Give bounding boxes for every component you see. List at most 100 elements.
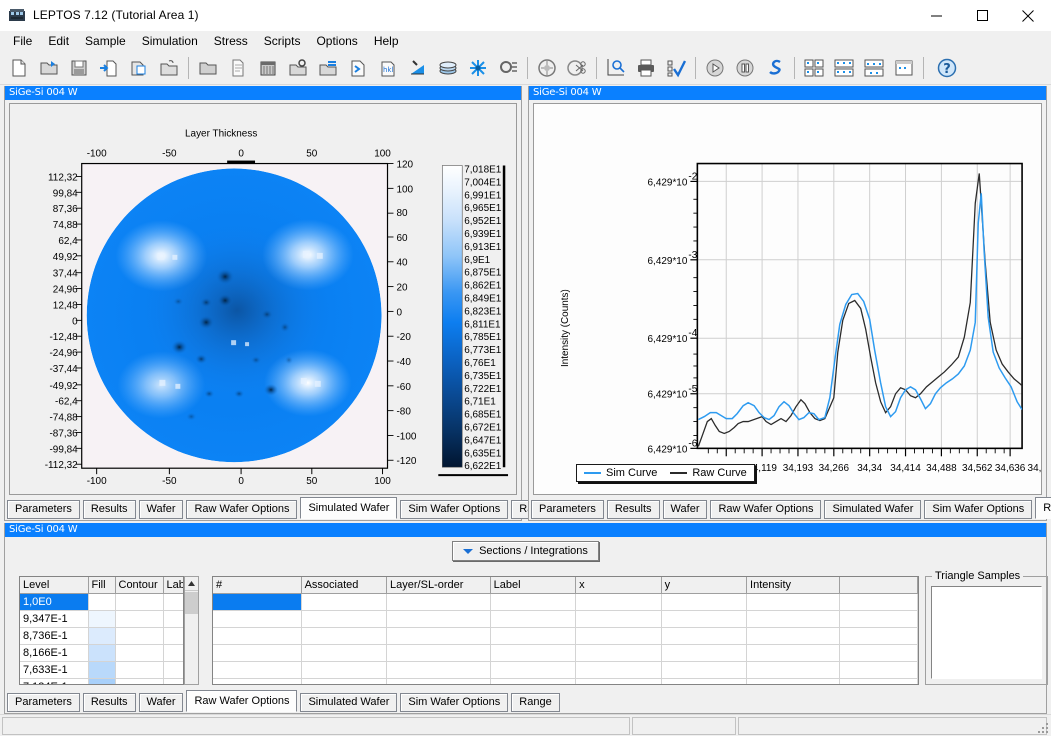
grid-6b-icon[interactable] <box>859 53 889 83</box>
cell-number[interactable] <box>213 627 301 644</box>
cell-y[interactable] <box>661 610 746 627</box>
tab-range[interactable]: Range <box>1035 497 1051 519</box>
menu-sample[interactable]: Sample <box>77 32 134 50</box>
cell-label[interactable] <box>163 661 184 678</box>
open-folder-icon[interactable] <box>34 53 64 83</box>
tab-simulated-wafer[interactable]: Simulated Wafer <box>300 497 397 519</box>
folder-settings-icon[interactable] <box>283 53 313 83</box>
cell-intensity[interactable] <box>747 644 840 661</box>
help-icon[interactable]: ? <box>932 53 962 83</box>
table-row[interactable] <box>213 644 918 661</box>
minimize-icon[interactable] <box>913 0 959 31</box>
cell-contour[interactable] <box>115 593 163 610</box>
cell-associated[interactable] <box>301 661 386 678</box>
wafer-cut-icon[interactable] <box>562 53 592 83</box>
menu-file[interactable]: File <box>5 32 40 50</box>
menu-scripts[interactable]: Scripts <box>256 32 309 50</box>
tab-wafer[interactable]: Wafer <box>139 500 184 519</box>
cell-label[interactable] <box>490 661 575 678</box>
col-label[interactable]: Label <box>490 577 575 593</box>
cell-layer[interactable] <box>387 678 491 685</box>
xrd-curve-chart[interactable]: Intensity (Counts) <box>534 104 1041 494</box>
table-row[interactable]: 7,134E-1 <box>20 678 184 685</box>
cell-x[interactable] <box>576 610 661 627</box>
table-row[interactable]: 1,0E0 <box>20 593 184 610</box>
col-contour[interactable]: Contour <box>115 577 163 593</box>
levels-table-scrollbar[interactable] <box>184 576 199 685</box>
cell-fill[interactable] <box>88 644 115 661</box>
table-row[interactable]: 8,736E-1 <box>20 627 184 644</box>
cell-contour[interactable] <box>115 644 163 661</box>
tab-range[interactable]: Range <box>511 693 559 712</box>
col-number[interactable]: # <box>213 577 301 593</box>
import-document-icon[interactable] <box>94 53 124 83</box>
cell-extra[interactable] <box>840 661 918 678</box>
col-y[interactable]: y <box>661 577 746 593</box>
folder-icon[interactable] <box>193 53 223 83</box>
table-row[interactable] <box>213 593 918 610</box>
cell-contour[interactable] <box>115 627 163 644</box>
simulate-icon[interactable] <box>760 53 790 83</box>
database-icon[interactable] <box>253 53 283 83</box>
col-layer-sl-order[interactable]: Layer/SL-order <box>387 577 491 593</box>
cell-fill[interactable] <box>88 678 115 685</box>
cell-level[interactable]: 7,134E-1 <box>20 678 88 685</box>
tab-sim-wafer-options[interactable]: Sim Wafer Options <box>924 500 1032 519</box>
script-document-icon[interactable] <box>343 53 373 83</box>
cell-label[interactable] <box>490 627 575 644</box>
levels-table[interactable]: Level Fill Contour Label 1,0E0 <box>20 577 184 685</box>
cell-associated[interactable] <box>301 644 386 661</box>
menu-help[interactable]: Help <box>366 32 407 50</box>
star-burst-icon[interactable] <box>463 53 493 83</box>
menu-simulation[interactable]: Simulation <box>134 32 206 50</box>
cell-extra[interactable] <box>840 644 918 661</box>
play-icon[interactable] <box>700 53 730 83</box>
cell-fill[interactable] <box>88 627 115 644</box>
cell-intensity[interactable] <box>747 610 840 627</box>
col-label[interactable]: Label <box>163 577 184 593</box>
cell-level[interactable]: 8,166E-1 <box>20 644 88 661</box>
cell-associated[interactable] <box>301 610 386 627</box>
cell-x[interactable] <box>576 627 661 644</box>
tab-sim-wafer-options[interactable]: Sim Wafer Options <box>400 500 508 519</box>
gear-list-icon[interactable] <box>493 53 523 83</box>
table-row[interactable] <box>213 610 918 627</box>
cell-associated[interactable] <box>301 678 386 685</box>
axis-zoom-icon[interactable] <box>601 53 631 83</box>
close-icon[interactable] <box>1005 0 1051 31</box>
cell-number[interactable] <box>213 610 301 627</box>
cell-x[interactable] <box>576 644 661 661</box>
cell-fill[interactable] <box>88 610 115 627</box>
cell-layer[interactable] <box>387 644 491 661</box>
open-special-folder-icon[interactable] <box>154 53 184 83</box>
cell-contour[interactable] <box>115 661 163 678</box>
tab-results[interactable]: Results <box>83 500 136 519</box>
tab-simulated-wafer[interactable]: Simulated Wafer <box>300 693 397 712</box>
cell-label[interactable] <box>490 644 575 661</box>
cell-y[interactable] <box>661 678 746 685</box>
cell-label[interactable] <box>163 678 184 685</box>
maximize-icon[interactable] <box>959 0 1005 31</box>
layers-stack-icon[interactable] <box>433 53 463 83</box>
gradient-tool-icon[interactable] <box>403 53 433 83</box>
checklist-icon[interactable] <box>661 53 691 83</box>
cell-level[interactable]: 9,347E-1 <box>20 610 88 627</box>
cell-number[interactable] <box>213 593 301 610</box>
cell-number[interactable] <box>213 678 301 685</box>
sections-integrations-button[interactable]: Sections / Integrations <box>452 541 599 561</box>
col-x[interactable]: x <box>576 577 661 593</box>
col-blank[interactable] <box>840 577 918 593</box>
cell-layer[interactable] <box>387 661 491 678</box>
table-row[interactable]: 8,166E-1 <box>20 644 184 661</box>
cell-label[interactable] <box>490 610 575 627</box>
cell-y[interactable] <box>661 661 746 678</box>
cell-label[interactable] <box>163 610 184 627</box>
cell-label[interactable] <box>490 593 575 610</box>
menu-edit[interactable]: Edit <box>40 32 77 50</box>
cell-extra[interactable] <box>840 678 918 685</box>
tab-wafer[interactable]: Wafer <box>139 693 184 712</box>
cell-intensity[interactable] <box>747 661 840 678</box>
folder-layers-icon[interactable] <box>313 53 343 83</box>
cell-extra[interactable] <box>840 627 918 644</box>
cell-extra[interactable] <box>840 610 918 627</box>
